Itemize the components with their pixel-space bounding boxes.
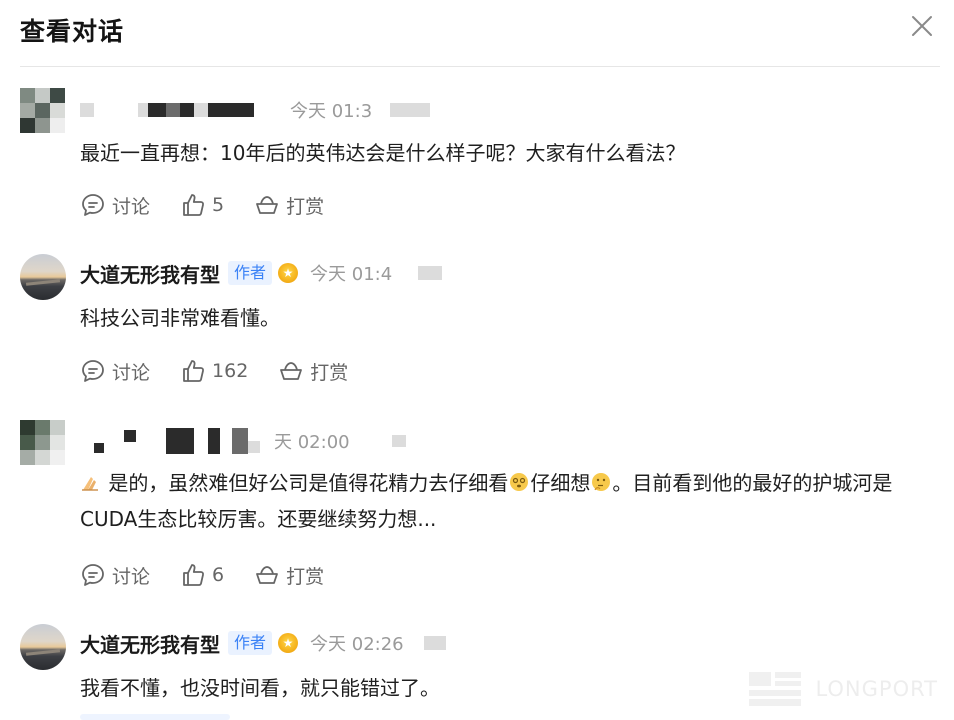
header-divider [20, 66, 940, 67]
comment-meta: 大道无形我有型 作者 ★ 今天 02:26 [80, 629, 446, 657]
author-badge: 作者 [228, 631, 273, 655]
like-button[interactable]: 5 [180, 192, 224, 218]
avatar[interactable] [20, 420, 66, 466]
discuss-label: 讨论 [112, 565, 151, 588]
comment-text: 最近一直再想：10年后的英伟达会是什么样子呢？大家有什么看法？ [80, 141, 686, 165]
comment-text-part: 仔细想 [530, 471, 591, 495]
comment-meta: 大道无形我有型 作者 ★ 今天 01:4 [80, 259, 443, 288]
thinking-face-icon [592, 473, 611, 491]
comment-text: 是的，虽然难但好公司是值得花精力去仔细看 仔细想 。目前看到他的最好的护城河是C… [80, 465, 920, 537]
like-count: 162 [212, 360, 249, 382]
comment-meta: 天 02:00 [80, 427, 406, 455]
like-button[interactable]: 162 [180, 358, 248, 384]
comment-actions: 讨论 6 打赏 [80, 560, 354, 590]
chat-bubble-icon [82, 194, 104, 216]
redacted-time [400, 103, 431, 117]
comment-actions: 讨论 162 打赏 [80, 356, 378, 386]
discuss-button[interactable]: 讨论 [80, 562, 150, 589]
reward-button[interactable]: 打赏 [254, 562, 324, 589]
thumbs-up-icon [183, 564, 205, 586]
thumbs-up-icon [183, 360, 205, 382]
medal-icon: ★ [278, 263, 299, 283]
comment-text: 科技公司非常难看懂。 [80, 306, 280, 330]
conversation-dialog: 查看对话 今天 01:3 最近一直再想：10年后的英伟达会是什么样子呢？大家有什 [0, 0, 954, 720]
comment-text-part: 是的，虽然难但好公司是值得花精力去仔细看 [108, 471, 509, 495]
redacted-username [138, 103, 148, 117]
reward-bowl-icon [256, 566, 279, 584]
discuss-label: 讨论 [112, 195, 151, 218]
discuss-button[interactable]: 讨论 [80, 192, 150, 219]
redacted-username [248, 441, 260, 453]
like-count: 5 [212, 194, 225, 216]
avatar[interactable] [20, 624, 66, 670]
redacted-username [232, 428, 248, 454]
redacted-username [180, 103, 194, 117]
praying-hands-icon [82, 477, 98, 491]
username[interactable]: 大道无形我有型 [80, 259, 220, 288]
medal-icon: ★ [278, 633, 299, 653]
comment-time: 今天 01:3 [290, 101, 373, 122]
redacted-time [390, 103, 401, 117]
close-icon[interactable] [910, 14, 934, 38]
like-count: 6 [212, 564, 225, 586]
discuss-button[interactable]: 讨论 [80, 358, 150, 385]
username[interactable]: 大道无形我有型 [80, 629, 220, 658]
comment-meta: 今天 01:3 [80, 96, 431, 124]
reward-button[interactable]: 打赏 [278, 358, 348, 385]
reward-label: 打赏 [286, 195, 325, 218]
reward-bowl-icon [256, 196, 279, 214]
avatar[interactable] [20, 254, 66, 300]
redacted-username [124, 430, 136, 442]
reward-label: 打赏 [310, 361, 349, 384]
watermark-text: LONGPORT [815, 677, 938, 701]
redacted-time [423, 636, 432, 650]
redacted-username [166, 428, 194, 454]
redacted-username [80, 103, 94, 117]
comment-time: 今天 01:4 [310, 264, 393, 285]
watermark: LONGPORT [749, 672, 938, 706]
chat-bubble-icon [82, 564, 104, 586]
redacted-username [148, 103, 166, 117]
avatar[interactable] [20, 88, 66, 134]
reward-button[interactable]: 打赏 [254, 192, 324, 219]
comment-actions: 讨论 5 打赏 [80, 190, 354, 220]
longport-logo-icon [749, 672, 802, 706]
like-button[interactable]: 6 [180, 562, 224, 588]
redacted-username [166, 103, 180, 117]
thumbs-up-icon [183, 194, 205, 216]
reward-label: 打赏 [286, 565, 325, 588]
author-badge: 作者 [228, 261, 273, 285]
redacted-username [94, 443, 104, 453]
redacted-time [418, 266, 427, 280]
comment-time: 天 02:00 [274, 432, 350, 453]
dizzy-face-icon [510, 473, 529, 491]
dialog-header: 查看对话 [0, 0, 954, 66]
redacted-time [426, 266, 443, 280]
redacted-username [208, 428, 220, 454]
redacted-username [208, 103, 254, 117]
comment-time: 今天 02:26 [310, 634, 404, 655]
next-item-hint [80, 714, 230, 720]
reward-bowl-icon [280, 362, 303, 380]
discuss-label: 讨论 [112, 361, 151, 384]
page-title: 查看对话 [20, 17, 125, 46]
redacted-time [431, 636, 446, 650]
chat-bubble-icon [82, 360, 104, 382]
redacted-username [194, 103, 208, 117]
redacted-time [391, 435, 406, 447]
